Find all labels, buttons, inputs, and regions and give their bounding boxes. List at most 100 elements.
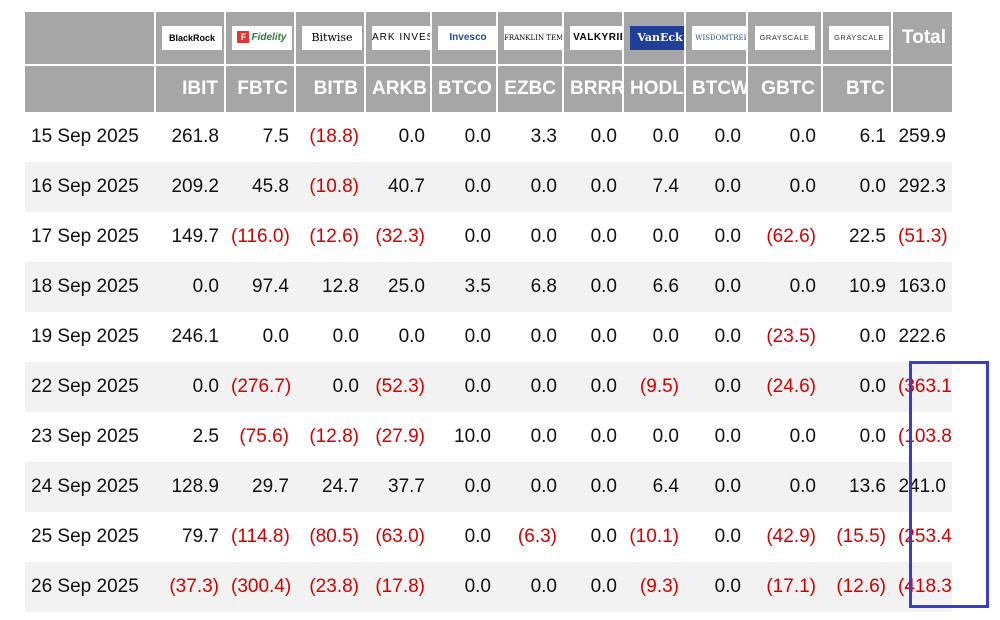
flow-cell-brrr: 0.0 — [563, 462, 623, 512]
issuer-logo-cell: F Fidelity — [224, 12, 295, 65]
flow-cell-brrr: 0.0 — [563, 262, 623, 312]
flow-cell-gbtc: 0.0 — [747, 262, 822, 312]
flow-cell-btc: 13.6 — [822, 462, 892, 512]
table-row: 23 Sep 2025 2.5 (75.6) (12.8) (27.9) 10.0 0.0 0… — [25, 412, 952, 462]
date-cell: 24 Sep 2025 — [25, 462, 155, 512]
ticker-header-fbtc: FBTC — [224, 64, 295, 112]
flow-cell-btc: 22.5 — [822, 212, 892, 262]
logo-text: ARK INVEST — [372, 32, 431, 43]
flow-cell-arkb: 40.7 — [365, 162, 431, 212]
flow-cell-btco: 0.0 — [431, 562, 497, 612]
flow-cell-bitb: 24.7 — [295, 462, 365, 512]
flow-cell-ezbc: 0.0 — [497, 412, 563, 462]
total-cell: (363.1) — [892, 362, 952, 412]
flow-cell-fbtc: 45.8 — [225, 162, 295, 212]
logo-text: FRANKLIN TEMPLETON — [504, 34, 563, 42]
issuer-logo-cell: FRANKLIN TEMPLETON — [496, 12, 563, 65]
flow-cell-gbtc: 0.0 — [747, 162, 822, 212]
flow-cell-btc: 0.0 — [822, 312, 892, 362]
grayscale-logo: GRAYSCALE — [829, 26, 889, 50]
date-cell: 25 Sep 2025 — [25, 512, 155, 562]
flow-cell-fbtc: 97.4 — [225, 262, 295, 312]
table-row: 26 Sep 2025 (37.3) (300.4) (23.8) (17.8) 0.0 0… — [25, 562, 952, 612]
flow-cell-bitb: (18.8) — [295, 112, 365, 162]
flow-cell-btco: 0.0 — [431, 212, 497, 262]
grayscale-logo: GRAYSCALE — [754, 26, 815, 50]
flow-cell-hodl: 0.0 — [623, 112, 685, 162]
flow-cell-btcw: 0.0 — [685, 262, 747, 312]
flow-cell-brrr: 0.0 — [563, 112, 623, 162]
bitwise-logo: Bitwise — [302, 26, 362, 50]
table-row: 18 Sep 2025 0.0 97.4 12.8 25.0 3.5 6.8 0.0 6.6 0.… — [25, 262, 952, 312]
flow-cell-btcw: 0.0 — [685, 512, 747, 562]
flow-cell-btco: 0.0 — [431, 162, 497, 212]
flow-cell-arkb: (32.3) — [365, 212, 431, 262]
logo-text: BlackRock — [168, 33, 216, 43]
date-cell: 18 Sep 2025 — [25, 262, 155, 312]
table-row: 15 Sep 2025 261.8 7.5 (18.8) 0.0 0.0 3.3 0.0 0.0… — [25, 112, 952, 162]
flow-cell-ibit: 246.1 — [155, 312, 225, 362]
ticker-header-ibit: IBIT — [154, 64, 225, 112]
total-ticker-cell — [891, 64, 952, 112]
issuer-logo-cell: GRAYSCALE — [821, 12, 892, 65]
total-cell: 222.6 — [892, 312, 952, 362]
flow-cell-hodl: 0.0 — [623, 212, 685, 262]
blackrock-logo: BlackRock — [162, 26, 222, 50]
flow-cell-bitb: (23.8) — [295, 562, 365, 612]
total-cell: (418.3) — [892, 562, 952, 612]
flow-cell-arkb: 0.0 — [365, 312, 431, 362]
ticker-header-gbtc: GBTC — [746, 64, 822, 112]
logo-text: GRAYSCALE — [834, 33, 884, 42]
ticker-header-btcw: BTCW — [684, 64, 747, 112]
flow-cell-fbtc: 0.0 — [225, 312, 295, 362]
flow-cell-btco: 0.0 — [431, 362, 497, 412]
flow-cell-brrr: 0.0 — [563, 212, 623, 262]
ticker-header-brrr: BRRR — [562, 64, 623, 112]
logo-text: Bitwise — [311, 31, 353, 44]
flow-cell-hodl: 7.4 — [623, 162, 685, 212]
flow-cell-arkb: (63.0) — [365, 512, 431, 562]
flow-cell-ezbc: 6.8 — [497, 262, 563, 312]
flow-cell-ezbc: 0.0 — [497, 462, 563, 512]
issuer-logo-cell: GRAYSCALE — [746, 12, 822, 65]
date-cell: 15 Sep 2025 — [25, 112, 155, 162]
flow-cell-ezbc: 0.0 — [497, 362, 563, 412]
flow-cell-btcw: 0.0 — [685, 412, 747, 462]
date-cell: 17 Sep 2025 — [25, 212, 155, 262]
table-row: 22 Sep 2025 0.0 (276.7) 0.0 (52.3) 0.0 0.0 0.0(… — [25, 362, 952, 412]
total-cell: 292.3 — [892, 162, 952, 212]
flow-cell-hodl: 6.6 — [623, 262, 685, 312]
ticker-header-hodl: HODL — [622, 64, 685, 112]
flow-cell-ibit: 128.9 — [155, 462, 225, 512]
flow-cell-gbtc: (62.6) — [747, 212, 822, 262]
total-cell: 259.9 — [892, 112, 952, 162]
franklin-templeton-logo: FRANKLIN TEMPLETON — [504, 26, 563, 50]
flow-cell-arkb: (52.3) — [365, 362, 431, 412]
flow-cell-hodl: (9.5) — [623, 362, 685, 412]
table-row: 16 Sep 2025 209.2 45.8 (10.8) 40.7 0.0 0.0 0.0 7… — [25, 162, 952, 212]
flow-cell-gbtc: (17.1) — [747, 562, 822, 612]
flow-cell-btco: 0.0 — [431, 512, 497, 562]
flow-cell-arkb: 0.0 — [365, 112, 431, 162]
flow-cell-fbtc: 29.7 — [225, 462, 295, 512]
flow-cell-btcw: 0.0 — [685, 112, 747, 162]
flow-cell-ibit: 0.0 — [155, 362, 225, 412]
flow-cell-bitb: 0.0 — [295, 312, 365, 362]
flow-cell-ezbc: 0.0 — [497, 562, 563, 612]
date-header-cell — [25, 64, 155, 112]
flow-cell-bitb: (12.8) — [295, 412, 365, 462]
flow-cell-gbtc: (24.6) — [747, 362, 822, 412]
flow-cell-btc: 0.0 — [822, 162, 892, 212]
ticker-header-bitb: BITB — [294, 64, 365, 112]
flow-cell-gbtc: (42.9) — [747, 512, 822, 562]
flow-cell-fbtc: (116.0) — [225, 212, 295, 262]
logo-text: WISDOMTREE — [695, 34, 747, 42]
issuer-logo-cell: Bitwise — [294, 12, 365, 65]
flow-cell-fbtc: (300.4) — [225, 562, 295, 612]
flow-cell-arkb: (27.9) — [365, 412, 431, 462]
ticker-header-btc: BTC — [821, 64, 892, 112]
ticker-header-arkb: ARKB — [364, 64, 431, 112]
flow-cell-hodl: 0.0 — [623, 412, 685, 462]
flow-cell-ibit: 0.0 — [155, 262, 225, 312]
flow-cell-ezbc: (6.3) — [497, 512, 563, 562]
